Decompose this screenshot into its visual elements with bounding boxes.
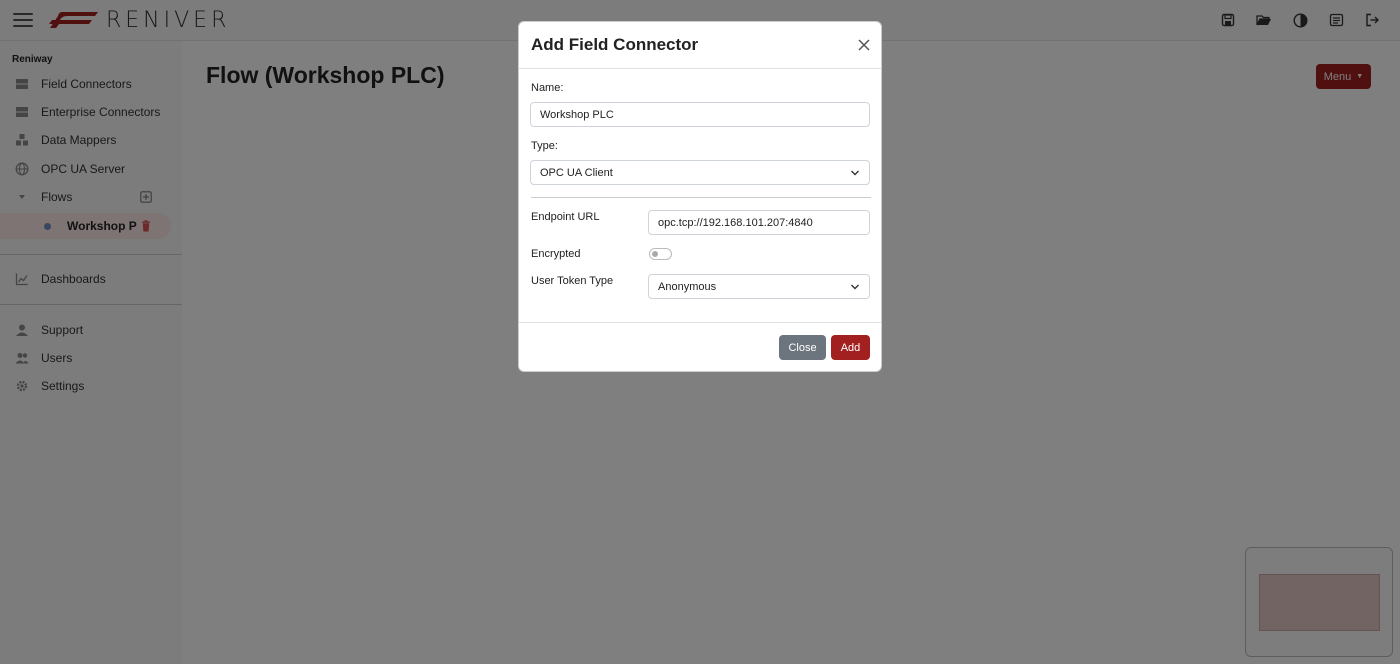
encrypted-toggle[interactable]: [649, 248, 672, 260]
chevron-down-icon: [851, 284, 859, 290]
type-select[interactable]: OPC UA Client: [530, 160, 870, 185]
toggle-knob: [652, 251, 658, 257]
close-button[interactable]: Close: [779, 335, 826, 360]
modal-title: Add Field Connector: [531, 35, 699, 54]
user-token-type-value: Anonymous: [658, 281, 717, 293]
form-separator: [531, 197, 871, 198]
close-icon[interactable]: [857, 38, 871, 52]
modal-footer-divider: [519, 322, 881, 323]
add-button[interactable]: Add: [831, 335, 870, 360]
endpoint-url-input[interactable]: [648, 210, 870, 235]
chevron-down-icon: [851, 170, 859, 176]
type-label: Type:: [531, 140, 558, 152]
user-token-type-label: User Token Type: [531, 275, 614, 287]
name-input[interactable]: [530, 102, 870, 127]
user-token-type-select[interactable]: Anonymous: [648, 274, 870, 299]
modal-header: Add Field Connector: [519, 22, 881, 69]
name-label: Name:: [531, 82, 564, 94]
add-field-connector-dialog: Add Field Connector Name: Type: OPC UA C…: [518, 21, 882, 372]
type-select-value: OPC UA Client: [540, 167, 613, 179]
endpoint-url-label: Endpoint URL: [531, 211, 600, 223]
encrypted-label: Encrypted: [531, 248, 581, 260]
